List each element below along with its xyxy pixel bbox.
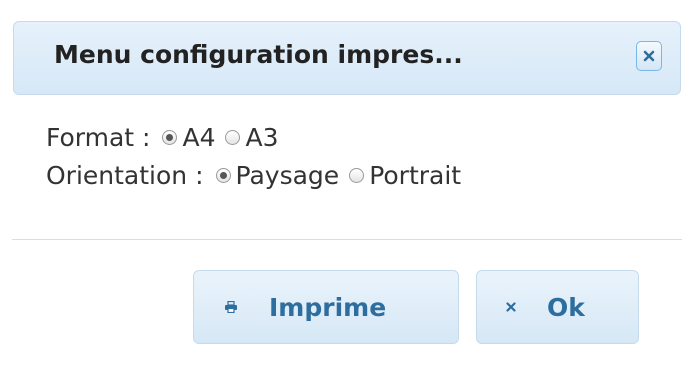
imprime-button-label: Imprime xyxy=(269,292,387,322)
format-a3-radio[interactable] xyxy=(225,129,241,145)
format-label: Format : xyxy=(46,122,151,152)
orientation-option-portrait[interactable]: Portrait xyxy=(349,161,461,190)
dialog-title: Menu configuration impres... xyxy=(54,40,463,69)
close-icon xyxy=(503,299,519,315)
orientation-option-paysage[interactable]: Paysage xyxy=(215,160,340,190)
ok-button[interactable]: Ok xyxy=(476,270,639,344)
print-icon xyxy=(223,299,239,315)
orientation-portrait-radio[interactable] xyxy=(349,167,365,183)
close-icon xyxy=(643,50,655,62)
format-option-a3[interactable]: A3 xyxy=(225,122,279,152)
format-a4-radio[interactable] xyxy=(162,129,178,145)
dialog-content: Format : A4 A3 Orientation : Paysage Por… xyxy=(46,118,471,194)
ok-button-label: Ok xyxy=(547,292,585,322)
close-button[interactable] xyxy=(636,41,662,71)
orientation-row: Orientation : Paysage Portrait xyxy=(46,156,471,194)
orientation-label: Orientation : xyxy=(46,160,204,190)
print-config-dialog: Menu configuration impres... Format : A4… xyxy=(0,0,695,385)
format-a3-label: A3 xyxy=(245,122,279,152)
orientation-paysage-radio[interactable] xyxy=(215,167,231,183)
imprime-button[interactable]: Imprime xyxy=(193,270,459,344)
format-a4-label: A4 xyxy=(182,122,216,152)
dialog-titlebar[interactable]: Menu configuration impres... xyxy=(13,21,681,95)
format-option-a4[interactable]: A4 xyxy=(162,123,215,152)
orientation-paysage-label: Paysage xyxy=(235,160,340,190)
button-pane-divider xyxy=(12,239,682,240)
format-row: Format : A4 A3 xyxy=(46,118,471,156)
orientation-portrait-label: Portrait xyxy=(369,160,462,190)
